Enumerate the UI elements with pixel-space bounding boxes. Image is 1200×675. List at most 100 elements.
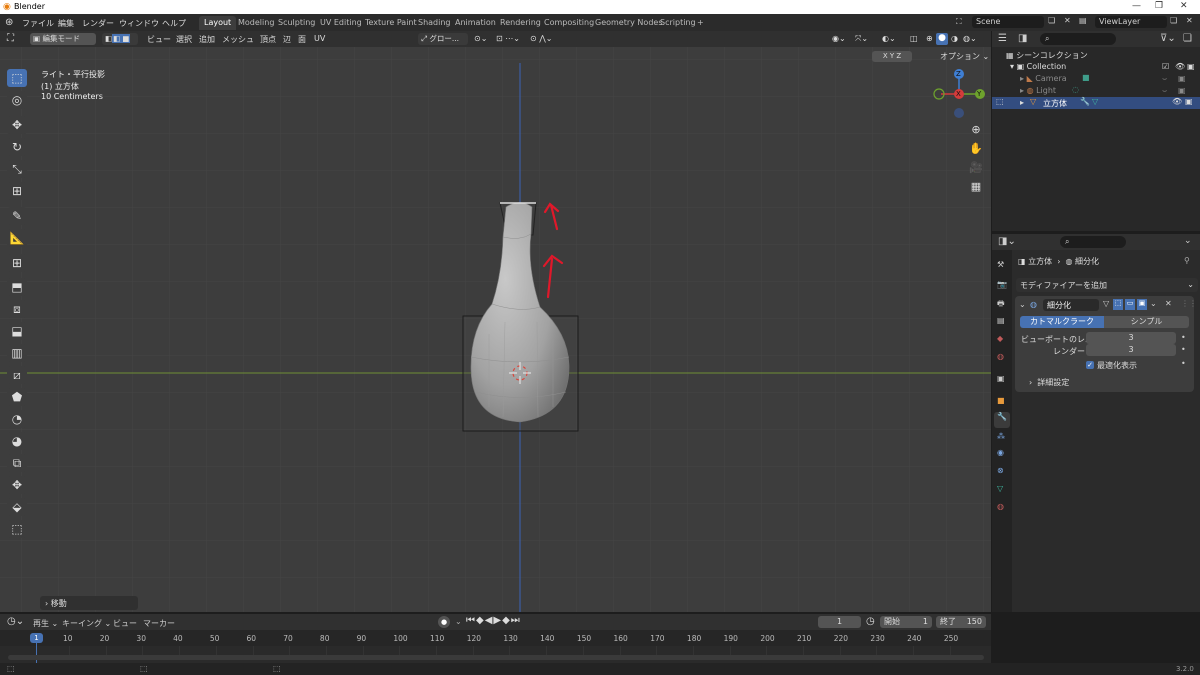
poly-build-icon[interactable]: ⬟ <box>7 388 27 406</box>
advanced-subpanel[interactable]: › 詳細設定 <box>1029 377 1069 388</box>
render-camera-icon[interactable]: ▣ <box>1185 97 1193 106</box>
rip-region-icon[interactable]: ⬚ <box>7 520 27 538</box>
knife-icon[interactable]: ⧄ <box>7 366 27 384</box>
menu-help[interactable]: ヘルプ <box>162 18 186 29</box>
mirror-axes-group[interactable]: X Y Z <box>872 51 912 62</box>
outliner-row-collection[interactable]: ▾ ▣ Collection ☑ 👁 ▣ <box>1010 62 1200 71</box>
pin-icon[interactable]: ⚲ <box>1184 256 1190 265</box>
render-toggle-icon[interactable]: ▣ <box>1137 299 1147 310</box>
timeline-editor[interactable]: 10 20 30 40 50 60 70 80 90 100 110 120 130 140 150 160 1… <box>0 630 991 663</box>
smooth-icon[interactable]: ◕ <box>7 432 27 450</box>
options-icon[interactable]: ⌄ <box>1184 236 1192 246</box>
xray-icon[interactable]: ◫ <box>910 34 918 43</box>
start-frame-field[interactable]: 開始 1 <box>880 616 932 628</box>
view-layer-selector[interactable]: ViewLayer <box>1095 16 1167 28</box>
scene-selector[interactable]: Scene <box>972 16 1044 28</box>
edit-mode-toggle-icon[interactable]: ⬚ <box>1113 299 1123 310</box>
annotate-icon[interactable]: ✎ <box>7 207 27 225</box>
material-tab-icon[interactable]: ◍ <box>997 502 1004 511</box>
mirror-y[interactable]: Y <box>890 52 894 60</box>
mode-selector[interactable]: ▣ 編集モード <box>30 33 96 45</box>
wireframe-shading-icon[interactable]: ⊕ <box>926 34 933 43</box>
blender-menu-icon[interactable]: ⊛ <box>5 17 13 28</box>
visibility-eye-icon[interactable]: 👁 <box>1172 97 1182 106</box>
snap-icon[interactable]: ⊡ ⋯⌄ <box>496 34 520 43</box>
extrude-icon[interactable]: ⬒ <box>7 278 27 296</box>
modifier-name-field[interactable]: 細分化 <box>1043 299 1099 311</box>
menu-select[interactable]: 選択 <box>176 34 192 45</box>
last-operation-panel[interactable]: › 移動 <box>40 596 138 610</box>
zoom-icon[interactable]: ⊕ <box>967 120 985 138</box>
viewport-levels-field[interactable]: 3 <box>1086 332 1176 344</box>
menu-keying[interactable]: キーイング ⌄ <box>62 618 111 629</box>
remove-modifier-icon[interactable]: ✕ <box>1165 299 1172 308</box>
view-layer-tab-icon[interactable]: ▤ <box>997 316 1005 325</box>
autokey-options-icon[interactable]: ⌄ <box>455 617 462 626</box>
visibility-eye-icon[interactable]: 👁 <box>1175 62 1185 71</box>
render-camera-icon[interactable]: ▣ <box>1178 86 1186 95</box>
edit-mode-icon[interactable]: ⬚ <box>996 97 1004 106</box>
view-object-types-icon[interactable]: ◉⌄ <box>832 34 846 43</box>
menu-view[interactable]: ビュー <box>147 34 171 45</box>
checkbox-icon[interactable]: ☑ <box>1162 62 1169 71</box>
menu-edge[interactable]: 辺 <box>283 34 291 45</box>
menu-timeline-view[interactable]: ビュー <box>113 618 137 629</box>
shear-icon[interactable]: ⬙ <box>7 498 27 516</box>
3d-viewport[interactable]: Z X Y ライト・平行投影 (1) 立方体 10 Centimeters X … <box>0 47 991 612</box>
physics-tab-icon[interactable]: ◉ <box>997 448 1004 457</box>
new-view-layer-icon[interactable]: ❏ <box>1170 16 1177 25</box>
playhead[interactable]: 1 <box>30 633 43 643</box>
expand-icon[interactable]: ▸ <box>1020 98 1024 107</box>
perspective-grid-icon[interactable]: ▦ <box>967 177 985 195</box>
tab-animation[interactable]: Animation <box>450 16 501 30</box>
new-collection-icon[interactable]: ❏ <box>1183 33 1192 44</box>
delete-view-layer-icon[interactable]: ✕ <box>1186 16 1193 25</box>
output-tab-icon[interactable]: 🖶 <box>997 298 1005 312</box>
tab-sculpting[interactable]: Sculpting <box>273 16 320 30</box>
scale-icon[interactable]: ⤡ <box>7 160 27 178</box>
shrink-fatten-icon[interactable]: ✥ <box>7 476 27 494</box>
menu-marker[interactable]: マーカー <box>143 618 175 629</box>
render-camera-icon[interactable]: ▣ <box>1178 74 1186 83</box>
menu-vertex[interactable]: 頂点 <box>260 34 276 45</box>
add-modifier-button[interactable]: モディファイアーを追加 ⌄ <box>1016 278 1198 292</box>
clock-icon[interactable]: ◷ <box>866 616 875 627</box>
proportional-edit-icon[interactable]: ⊙ ⋀⌄ <box>530 34 553 43</box>
menu-mesh[interactable]: メッシュ <box>222 34 254 45</box>
gizmo-icon[interactable]: ⤧⌄ <box>855 34 868 44</box>
add-cube-icon[interactable]: ⊞ <box>7 254 27 272</box>
hidden-eye-icon[interactable]: ⌣ <box>1162 86 1167 96</box>
hidden-eye-icon[interactable]: ⌣ <box>1162 74 1167 84</box>
tab-layout[interactable]: Layout <box>199 16 237 30</box>
data-tab-icon[interactable]: ▽ <box>997 484 1003 493</box>
transform-icon[interactable]: ⊞ <box>7 182 27 200</box>
mirror-x[interactable]: X <box>883 52 888 60</box>
properties-search-input[interactable]: ⌕ <box>1060 236 1126 248</box>
inset-icon[interactable]: ⧈ <box>7 300 27 318</box>
overlays-icon[interactable]: ◐⌄ <box>882 34 896 43</box>
outliner-editor-icon[interactable]: ☰ <box>998 33 1007 44</box>
add-workspace-button[interactable]: + <box>692 16 709 30</box>
menu-face[interactable]: 面 <box>298 34 306 45</box>
timeline-editor-icon[interactable]: ◷⌄ <box>7 616 24 627</box>
rotate-icon[interactable]: ↻ <box>7 138 27 156</box>
current-frame-field[interactable]: 1 <box>818 616 861 628</box>
collapse-chevron-icon[interactable]: ⌄ <box>1019 300 1026 309</box>
particles-tab-icon[interactable]: ⁂ <box>997 432 1005 441</box>
scene-tab-icon[interactable]: ◆ <box>997 334 1003 343</box>
edge-slide-icon[interactable]: ⧉ <box>7 454 27 472</box>
new-scene-icon[interactable]: ❏ <box>1048 16 1055 25</box>
solid-shading-icon[interactable]: ● <box>936 33 948 45</box>
render-levels-field[interactable]: 3 <box>1086 344 1176 356</box>
timeline-scrollbar[interactable] <box>8 655 984 660</box>
bevel-icon[interactable]: ⬓ <box>7 322 27 340</box>
face-select-icon[interactable]: ■ <box>121 34 131 43</box>
menu-playback[interactable]: 再生 ⌄ <box>33 618 58 629</box>
outliner-row-cube[interactable]: ⬚ ▸ ▽ 立方体 🔧 ▽ 👁 ▣ <box>992 97 1200 109</box>
keyframe-dot-icon[interactable]: • <box>1181 359 1186 368</box>
menu-edit[interactable]: 編集 <box>58 18 74 29</box>
collection-tab-icon[interactable]: ▣ <box>997 374 1005 383</box>
catmull-clark-tab[interactable]: カトマルクラーク <box>1020 316 1104 328</box>
menu-file[interactable]: ファイル <box>22 18 54 29</box>
outliner-row-camera[interactable]: ▸ ◣ Camera ■ ⌣ ▣ <box>1020 73 1200 84</box>
